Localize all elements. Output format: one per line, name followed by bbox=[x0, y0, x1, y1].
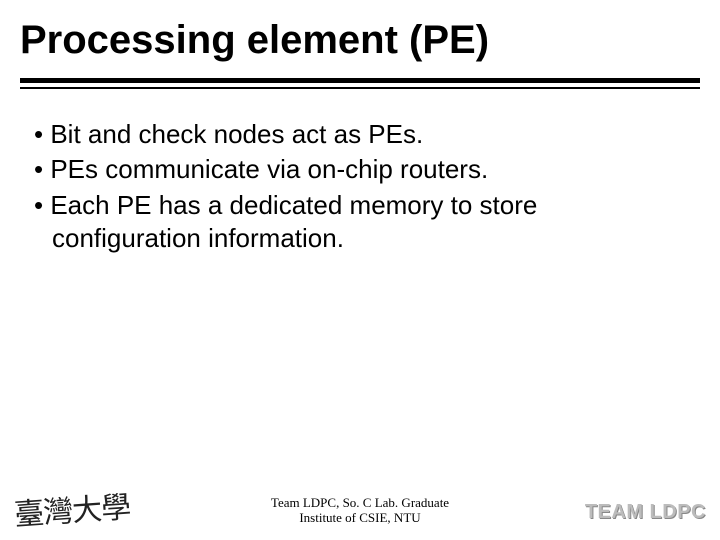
footer: 臺灣大學 Team LDPC, So. C Lab. Graduate Inst… bbox=[0, 486, 720, 534]
team-logo: TEAM LDPC bbox=[585, 501, 706, 524]
body: Bit and check nodes act as PEs. PEs comm… bbox=[34, 118, 690, 257]
bullet-item: Each PE has a dedicated memory to store … bbox=[34, 189, 690, 256]
title-rule-thin bbox=[20, 87, 700, 89]
bullet-list: Bit and check nodes act as PEs. PEs comm… bbox=[34, 118, 690, 255]
bullet-item: Bit and check nodes act as PEs. bbox=[34, 118, 690, 151]
title-wrap: Processing element (PE) bbox=[20, 18, 700, 63]
slide: Processing element (PE) Bit and check no… bbox=[0, 0, 720, 540]
slide-title: Processing element (PE) bbox=[20, 18, 700, 63]
bullet-item: PEs communicate via on-chip routers. bbox=[34, 153, 690, 186]
title-rule-thick bbox=[20, 78, 700, 83]
